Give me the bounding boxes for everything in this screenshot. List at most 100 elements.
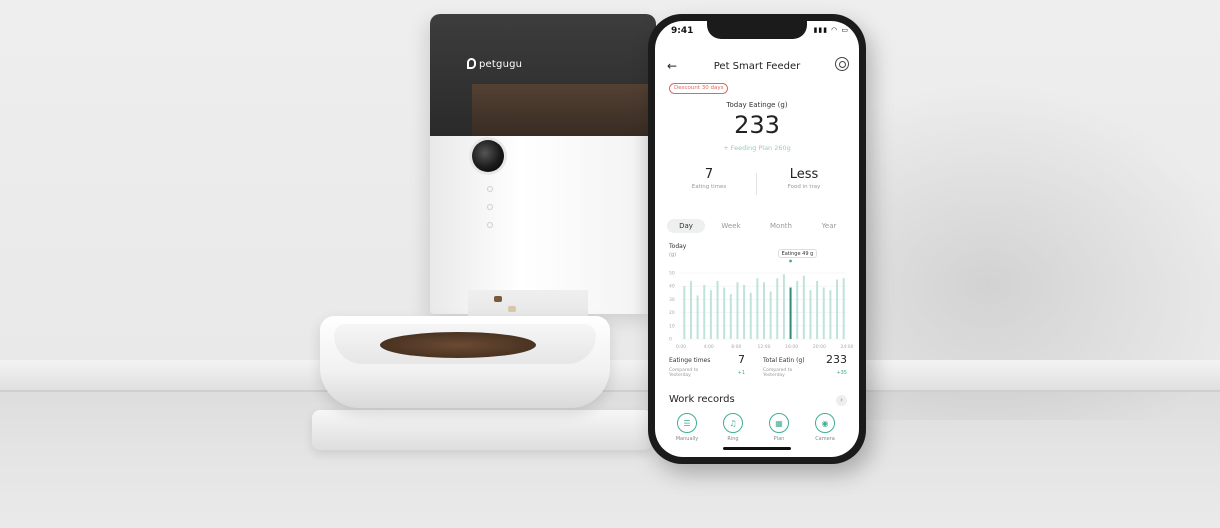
tab-week[interactable]: Week: [711, 219, 751, 233]
chart-bar[interactable]: [716, 280, 719, 339]
chart-bar[interactable]: [822, 287, 825, 339]
product-scene: petgugu 9:41 ▮▮▮ ◠ ▭ ← Pet Smart Feeder …: [0, 0, 1220, 528]
eating-times-caption: Eating times: [691, 184, 727, 190]
tab-day[interactable]: Day: [667, 219, 705, 233]
action-label: Camera: [815, 436, 835, 442]
chart-bar[interactable]: [729, 294, 732, 339]
pet-feeder-device: petgugu: [312, 14, 658, 454]
plan-button[interactable]: ▦ Plan: [759, 413, 799, 442]
eating-times-delta: +1: [737, 370, 745, 376]
chart-bar[interactable]: [763, 282, 765, 339]
status-bar: 9:41 ▮▮▮ ◠ ▭: [671, 26, 849, 38]
app-screen: 9:41 ▮▮▮ ◠ ▭ ← Pet Smart Feeder Descount…: [655, 21, 859, 457]
tab-month[interactable]: Month: [759, 219, 803, 233]
status-time: 9:41: [671, 26, 694, 36]
chart-bar[interactable]: [796, 280, 799, 339]
eating-times-value: 7: [704, 167, 714, 182]
x-tick-label: 0:00: [676, 344, 686, 350]
chart-bar[interactable]: [723, 287, 726, 339]
total-eating-summary-value: 233: [826, 353, 847, 366]
chart-bar[interactable]: [756, 278, 759, 339]
today-eating-label: Today Eatinge (g): [726, 101, 788, 109]
eating-times-summary-title: Eatinge times: [669, 357, 711, 364]
falling-kibble: [508, 306, 516, 312]
control-panel: [485, 186, 495, 240]
total-eating-delta: +35: [836, 370, 847, 376]
manual-feed-button[interactable]: ☰ Manually: [667, 413, 707, 442]
action-label: Ring: [727, 436, 739, 442]
x-tick-label: 12:00: [758, 344, 771, 350]
y-tick-label: 50: [669, 271, 675, 277]
chart-bar[interactable]: [749, 292, 752, 339]
chart-bar[interactable]: [802, 275, 805, 339]
chart-bar[interactable]: [736, 282, 739, 339]
feeder-base-tray: [312, 410, 652, 450]
x-tick-label: 20:00: [813, 344, 826, 350]
chart-tooltip-marker: [789, 259, 792, 263]
ring-button[interactable]: ♫ Ring: [713, 413, 753, 442]
x-tick-label: 4:00: [704, 344, 714, 350]
chart-bar-highlighted[interactable]: [789, 287, 792, 339]
eating-chart: Today (g) Eatinge 49 g 0 10 20 30 40 50 0:00 4:…: [665, 243, 854, 353]
chart-bar[interactable]: [743, 284, 746, 339]
calendar-icon: ▦: [769, 413, 789, 433]
feeding-plan-label: + Feeding Plan 260g: [723, 144, 791, 152]
x-tick-label: 24:00: [841, 344, 854, 350]
panel-indicator: [487, 186, 493, 192]
period-tabs: Day Week Month Year: [667, 219, 849, 233]
chevron-right-icon[interactable]: ›: [836, 395, 847, 406]
y-tick-label: 10: [669, 323, 675, 329]
chart-bar[interactable]: [829, 290, 832, 339]
discount-badge: Descount 30 days: [669, 83, 729, 94]
total-eating-compare: Compared to Yesterday: [763, 368, 793, 378]
panel-indicator: [487, 204, 493, 210]
camera-lens: [472, 140, 504, 172]
home-indicator: [723, 447, 791, 450]
falling-kibble: [494, 296, 502, 302]
y-tick-label: 40: [669, 284, 675, 290]
chart-bar[interactable]: [816, 280, 819, 339]
eating-times-stat: 7 Eating times: [669, 167, 749, 190]
x-tick-label: 8:00: [731, 344, 741, 350]
chart-bar[interactable]: [842, 278, 845, 339]
brand-mark-icon: [467, 58, 476, 69]
panel-indicator: [487, 222, 493, 228]
chart-bar[interactable]: [696, 295, 699, 339]
chart-bar[interactable]: [769, 291, 772, 339]
action-label: Plan: [773, 436, 785, 442]
brand-logo: petgugu: [467, 58, 522, 70]
chart-bar[interactable]: [683, 286, 686, 339]
signal-wifi-battery-icon: ▮▮▮ ◠ ▭: [813, 26, 849, 34]
tab-year[interactable]: Year: [809, 219, 849, 233]
kibble-in-bowl: [380, 332, 536, 358]
chart-bar[interactable]: [709, 290, 712, 339]
chart-bar[interactable]: [809, 290, 812, 339]
y-tick-label: 20: [669, 310, 675, 316]
chart-bar[interactable]: [703, 284, 706, 339]
y-tick-label: 0: [669, 337, 672, 343]
food-in-tray-caption: Food in tray: [787, 184, 821, 190]
page-title: Pet Smart Feeder: [713, 61, 801, 72]
hand-feed-icon: ☰: [677, 413, 697, 433]
today-eating-value: 233: [734, 111, 780, 139]
chart-bar[interactable]: [836, 279, 839, 339]
chart-svg: 0 10 20 30 40 50 0:00 4:00 8:00 12:00 16:00 20:00 24…: [669, 259, 854, 350]
work-records-title: Work records: [669, 394, 735, 405]
sound-wave-icon: ♫: [723, 413, 743, 433]
eating-times-compare: Compared to Yesterday: [669, 368, 699, 378]
stat-divider: [756, 173, 757, 195]
summary-row: Eatinge times 7 Compared to Yesterday +1…: [655, 353, 859, 387]
settings-gear-icon[interactable]: [835, 57, 849, 71]
chart-bar[interactable]: [689, 280, 692, 339]
eating-times-summary-value: 7: [738, 353, 745, 366]
chart-bar[interactable]: [782, 274, 785, 339]
camera-button[interactable]: ◉ Camera: [805, 413, 845, 442]
y-tick-label: 30: [669, 297, 675, 303]
smartphone: 9:41 ▮▮▮ ◠ ▭ ← Pet Smart Feeder Descount…: [648, 14, 866, 464]
x-tick-label: 16:00: [785, 344, 798, 350]
chart-bar[interactable]: [776, 278, 779, 339]
action-label: Manually: [675, 436, 699, 442]
total-eating-summary-title: Total Eatin (g): [763, 357, 805, 364]
food-in-tray-value: Less: [789, 167, 819, 182]
brand-name: petgugu: [479, 59, 523, 70]
